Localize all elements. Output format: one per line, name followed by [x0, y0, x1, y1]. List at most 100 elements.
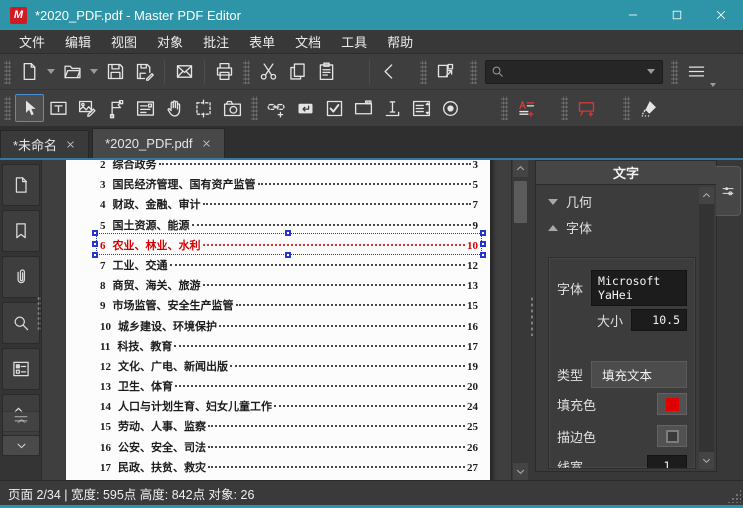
toolbar-grip[interactable] — [501, 96, 508, 120]
toolbar-grip[interactable] — [561, 96, 568, 120]
toc-row[interactable]: 8 商贸、海关、旅游 13 — [100, 277, 478, 292]
toolbar-grip[interactable] — [4, 59, 11, 84]
selection-handle[interactable] — [480, 251, 486, 258]
tab-close-icon[interactable] — [65, 139, 76, 150]
scroll-up-arrow-icon[interactable] — [513, 160, 528, 177]
toc-row[interactable]: 7 工业、交通 12 — [100, 257, 478, 272]
listbox-field-button[interactable] — [407, 94, 436, 122]
toolbar-grip[interactable] — [470, 59, 477, 84]
edit-form-tool-button[interactable] — [131, 94, 160, 122]
open-document-button[interactable] — [58, 58, 87, 86]
toc-row[interactable]: 10 城乡建设、环境保护 16 — [100, 318, 478, 333]
radio-field-button[interactable] — [436, 94, 465, 122]
section-font[interactable]: 字体 — [536, 211, 716, 237]
toolbar-grip[interactable] — [243, 59, 250, 84]
print-button[interactable] — [210, 58, 239, 86]
toc-row[interactable]: 14 人口与计划生育、妇女儿童工作 24 — [100, 398, 478, 413]
panel-scrollbar[interactable] — [699, 187, 714, 469]
previous-view-button[interactable] — [375, 58, 404, 86]
toc-row[interactable]: 5 国土资源、能源 9 — [100, 217, 478, 232]
minimize-button[interactable] — [611, 0, 655, 30]
rect-select-tool-button[interactable] — [189, 94, 218, 122]
pdf-page[interactable]: 2 综合政务 3 3 国民经济管理、国有资产监管 5 4 财政、金融、审计 7 … — [66, 160, 490, 480]
panel-scroll-up-icon[interactable] — [699, 187, 714, 204]
select-tool-button[interactable] — [15, 94, 44, 122]
toc-row[interactable]: 4 财政、金融、审计 7 — [100, 196, 478, 211]
expand-arrow-icon[interactable] — [548, 224, 558, 231]
menu-item[interactable]: 编辑 — [56, 30, 100, 53]
selection-handle[interactable] — [285, 229, 292, 236]
selection-handle[interactable] — [92, 251, 98, 258]
line-width-field[interactable]: 1 — [647, 455, 687, 468]
sidebar-splitter[interactable] — [37, 296, 41, 330]
fill-type-dropdown[interactable]: 填充文本 — [591, 360, 687, 388]
checkbox-field-button[interactable] — [320, 94, 349, 122]
callout-annotation-button[interactable] — [572, 94, 601, 122]
page-thumbnails-button[interactable] — [2, 164, 40, 206]
maximize-button[interactable] — [655, 0, 699, 30]
snapshot-tool-button[interactable] — [218, 94, 247, 122]
toc-row[interactable]: 2 综合政务 3 — [100, 160, 478, 171]
document-viewport[interactable]: 2 综合政务 3 3 国民经济管理、国有资产监管 5 4 财政、金融、审计 7 … — [42, 160, 528, 480]
menu-item[interactable]: 批注 — [194, 30, 238, 53]
menu-item[interactable]: 工具 — [332, 30, 376, 53]
selection-handle[interactable] — [92, 240, 98, 247]
paste-button[interactable] — [312, 58, 341, 86]
search-input[interactable] — [505, 64, 644, 79]
add-link-button[interactable] — [262, 94, 291, 122]
attachments-button[interactable] — [2, 256, 40, 298]
menu-item[interactable]: 表单 — [240, 30, 284, 53]
edit-image-tool-button[interactable] — [73, 94, 102, 122]
button-field-button[interactable] — [291, 94, 320, 122]
sidebar-scroll-up-button[interactable] — [2, 411, 40, 432]
sidebar-scroll-down-button[interactable] — [2, 435, 40, 456]
form-fields-button[interactable] — [2, 348, 40, 390]
tab-2020-pdf[interactable]: *2020_PDF.pdf — [92, 128, 225, 158]
new-document-dropdown-icon[interactable] — [47, 69, 55, 74]
panel-scroll-down-icon[interactable] — [699, 452, 714, 469]
new-document-button[interactable] — [15, 58, 44, 86]
text-annotation-button[interactable] — [512, 94, 541, 122]
section-geometry[interactable]: 几何 — [536, 185, 716, 211]
toc-row[interactable]: 12 文化、广电、新闻出版 19 — [100, 358, 478, 373]
text-field-button[interactable] — [378, 94, 407, 122]
highlighter-tool-button[interactable] — [634, 94, 663, 122]
toc-row[interactable]: 16 公安、安全、司法 26 — [100, 439, 478, 454]
selection-handle[interactable] — [285, 251, 292, 258]
titlebar[interactable]: M *2020_PDF.pdf - Master PDF Editor — [0, 0, 743, 30]
selection-handle[interactable] — [480, 229, 486, 236]
toolbar-grip[interactable] — [251, 96, 258, 120]
font-size-field[interactable]: 10.5 — [631, 309, 687, 331]
close-button[interactable] — [699, 0, 743, 30]
fill-color-swatch[interactable] — [657, 393, 687, 415]
search-panel-button[interactable] — [2, 302, 40, 344]
open-document-dropdown-icon[interactable] — [90, 69, 98, 74]
resize-grip-icon[interactable] — [727, 489, 741, 503]
toc-row[interactable]: 13 卫生、体育 20 — [100, 378, 478, 393]
toc-row[interactable]: 9 市场监管、安全生产监管 15 — [100, 297, 478, 312]
search-dropdown-icon[interactable] — [647, 69, 655, 74]
save-button[interactable] — [101, 58, 130, 86]
toc-row[interactable]: 3 国民经济管理、国有资产监管 5 — [100, 176, 478, 191]
scrollbar-thumb[interactable] — [514, 181, 527, 223]
selection-handle[interactable] — [480, 240, 486, 247]
toolbar-grip[interactable] — [4, 96, 11, 120]
copy-button[interactable] — [283, 58, 312, 86]
panel-splitter[interactable] — [528, 160, 535, 480]
combobox-field-button[interactable] — [349, 94, 378, 122]
tab-untitled[interactable]: *未命名 — [0, 130, 90, 158]
stroke-color-swatch[interactable] — [657, 425, 687, 447]
email-button[interactable] — [170, 58, 199, 86]
menu-item[interactable]: 文件 — [10, 30, 54, 53]
bookmarks-button[interactable] — [2, 210, 40, 252]
save-as-button[interactable] — [130, 58, 159, 86]
toc-row[interactable]: 17 民政、扶贫、救灾 27 — [100, 459, 478, 474]
document-vertical-scrollbar[interactable] — [511, 160, 528, 480]
toc-row[interactable]: 11 科技、教育 17 — [100, 338, 478, 353]
menu-item[interactable]: 视图 — [102, 30, 146, 53]
main-menu-button[interactable] — [682, 58, 716, 87]
hand-tool-button[interactable] — [160, 94, 189, 122]
tab-close-icon[interactable] — [201, 138, 212, 149]
toc-row[interactable]: 6 农业、林业、水利 10 — [92, 229, 486, 258]
cut-button[interactable] — [254, 58, 283, 86]
